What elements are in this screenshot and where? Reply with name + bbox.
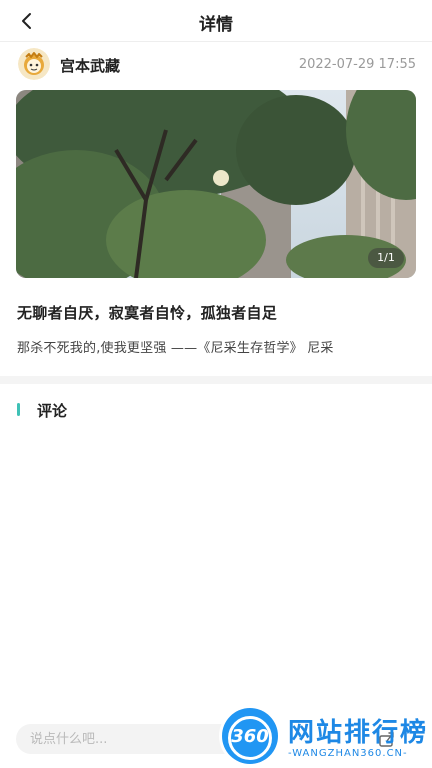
- page-title: 详情: [199, 15, 233, 35]
- author-row: 宫本武藏 2022-07-29 17:55: [16, 48, 416, 80]
- nav-bar: 详情: [0, 0, 432, 42]
- image-counter: 1/1: [368, 248, 404, 268]
- comments-label: 评论: [37, 402, 68, 420]
- watermark-badge: 360: [222, 708, 278, 764]
- watermark-badge-text: 360: [231, 726, 269, 747]
- watermark-logo: 360 网站排行榜 -WANGZHAN360.CN-: [222, 706, 428, 768]
- post-title: 无聊者自厌，寂寞者自怜，孤独者自足: [17, 304, 278, 322]
- watermark-title: 网站排行榜: [288, 718, 429, 748]
- author-name[interactable]: 宫本武藏: [60, 55, 120, 76]
- post-timestamp: 2022-07-29 17:55: [298, 57, 416, 72]
- watermark-url: -WANGZHAN360.CN-: [288, 748, 408, 759]
- post-body: 那杀不死我的,使我更坚强 ——《尼采生存哲学》 尼采: [17, 341, 334, 356]
- avatar[interactable]: [18, 48, 50, 80]
- section-divider: [0, 376, 432, 384]
- comments-accent-bar: [17, 403, 20, 416]
- post-image[interactable]: 1/1: [16, 90, 416, 278]
